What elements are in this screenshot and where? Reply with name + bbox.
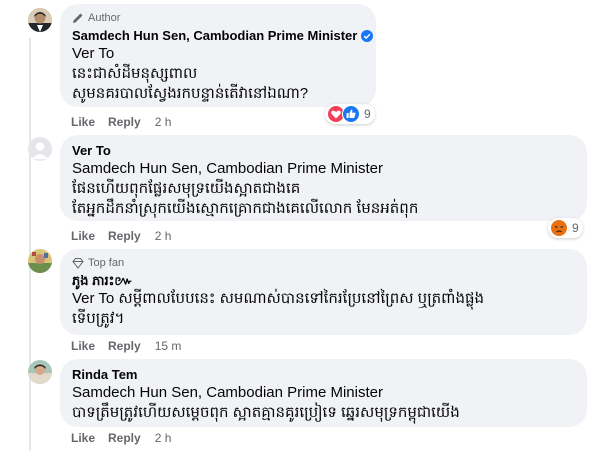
angry-icon xyxy=(550,219,568,237)
like-button[interactable]: Like xyxy=(71,115,95,129)
reply-button[interactable]: Reply xyxy=(108,115,141,129)
avatar[interactable] xyxy=(28,360,52,384)
comment-text-line: នេះជាសំដីមនុស្សពាល xyxy=(72,65,198,82)
comment-bubble: Ver To Samdech Hun Sen, Cambodian Prime … xyxy=(60,135,587,221)
badge-label: Author xyxy=(88,12,121,24)
comment-actions: Like Reply 2 h xyxy=(71,115,171,129)
reply-button[interactable]: Reply xyxy=(108,431,141,445)
comment-text-line[interactable]: Ver To xyxy=(72,44,364,64)
comment-actions: Like Reply 2 h xyxy=(71,229,171,243)
commenter-name[interactable]: Samdech Hun Sen, Cambodian Prime Ministe… xyxy=(72,27,357,44)
reaction-summary[interactable]: 9 xyxy=(548,218,583,238)
verified-icon xyxy=(361,29,374,42)
reaction-summary[interactable]: 9 xyxy=(325,104,375,124)
like-button[interactable]: Like xyxy=(71,339,95,353)
comment-text-line: Ver To សម្ដីពាលបែបនេះ សមណាស់បានទៅកៃរប្រែ… xyxy=(72,290,485,307)
comment-text-line: ផែនហើយពុកផ្លែរសមុទ្រយើងស្អាតជាងគេ xyxy=(72,180,301,197)
comment-text-line: សូមនគរបាលស្វែងរកបន្ទាន់តើវានៅឯណា? xyxy=(72,85,309,102)
timestamp[interactable]: 15 m xyxy=(155,339,182,353)
commenter-name[interactable]: ភូង ភារះ៚ xyxy=(72,272,133,289)
badge-label: Top fan xyxy=(88,257,125,269)
pencil-icon xyxy=(73,13,83,23)
avatar[interactable] xyxy=(28,8,52,32)
timestamp[interactable]: 2 h xyxy=(155,115,172,129)
comment-actions: Like Reply 15 m xyxy=(71,339,181,353)
avatar[interactable] xyxy=(28,137,52,161)
commenter-name[interactable]: Ver To xyxy=(72,142,111,159)
author-badge: Author xyxy=(72,11,364,25)
avatar[interactable] xyxy=(28,249,52,273)
timestamp[interactable]: 2 h xyxy=(155,431,172,445)
comment-text-line: តែអ្នកដឹកនាំស្រុកយើងស្មោកគ្រោកជាងគេលើលោក… xyxy=(72,200,419,217)
comment-text-line[interactable]: Samdech Hun Sen, Cambodian Prime Ministe… xyxy=(72,383,575,403)
like-icon xyxy=(342,105,360,123)
like-button[interactable]: Like xyxy=(71,229,95,243)
commenter-name[interactable]: Rinda Tem xyxy=(72,366,138,383)
comment-actions: Like Reply 2 h xyxy=(71,431,171,445)
top-fan-badge: Top fan xyxy=(72,256,575,270)
thread-line xyxy=(29,38,31,451)
reaction-count: 9 xyxy=(572,221,579,235)
like-button[interactable]: Like xyxy=(71,431,95,445)
reply-button[interactable]: Reply xyxy=(108,339,141,353)
comment-bubble: Top fan ភូង ភារះ៚ Ver To សម្ដីពាលបែបនេះ … xyxy=(60,249,587,335)
comment-text-line: ទើបត្រូវ។ xyxy=(72,310,125,327)
comment-text-line[interactable]: Samdech Hun Sen, Cambodian Prime Ministe… xyxy=(72,159,575,179)
reply-button[interactable]: Reply xyxy=(108,229,141,243)
reaction-count: 9 xyxy=(364,107,371,121)
comment-bubble: Author Samdech Hun Sen, Cambodian Prime … xyxy=(60,4,376,107)
comment-bubble: Rinda Tem Samdech Hun Sen, Cambodian Pri… xyxy=(60,359,587,427)
timestamp[interactable]: 2 h xyxy=(155,229,172,243)
comment-text-line: បាទត្រឹមត្រូវហើយសម្ដេចពុក ស្អាតគ្មានគូរប… xyxy=(72,404,460,421)
diamond-icon xyxy=(72,258,84,269)
